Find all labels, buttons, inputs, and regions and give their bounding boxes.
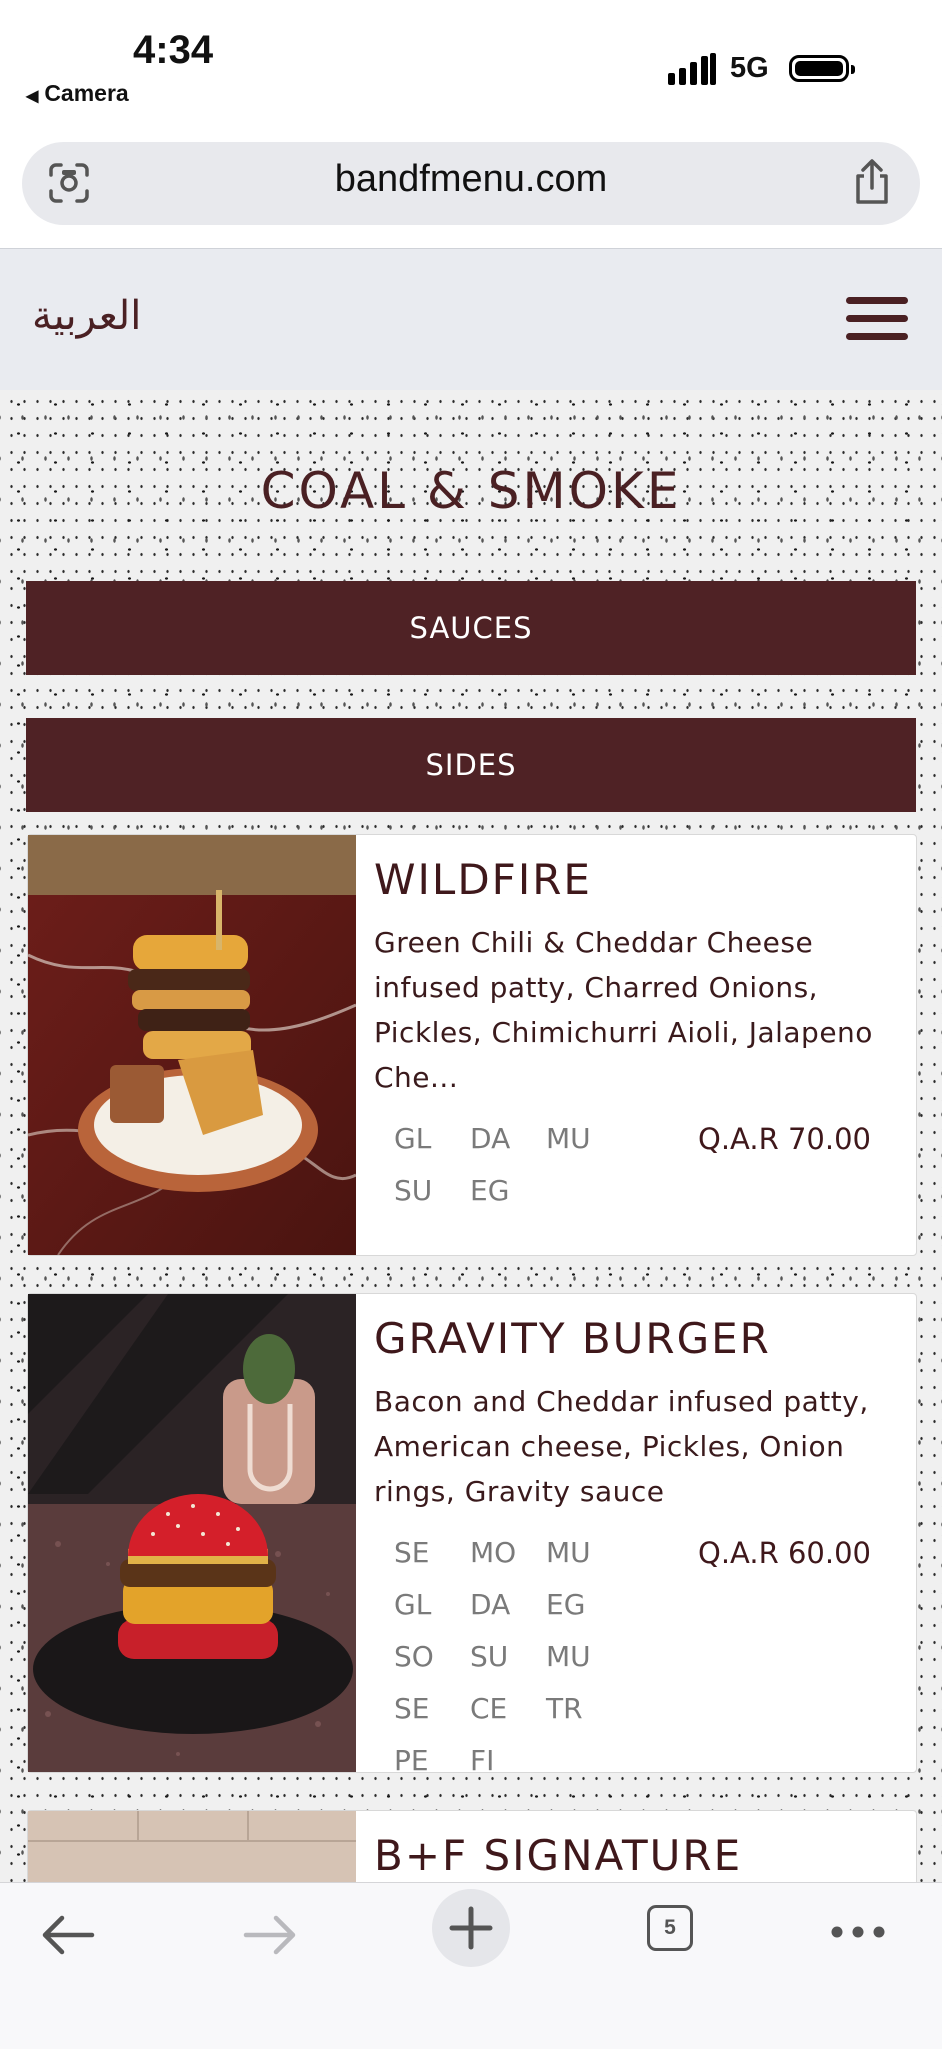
arabic-language-link[interactable]: العربية xyxy=(32,293,141,339)
menu-item-details: B+F SIGNATURE xyxy=(374,1811,898,1880)
allergen-tag: MU xyxy=(546,1640,591,1673)
allergen-tag: DA xyxy=(470,1588,511,1621)
allergen-list: GL DA MU SU EG xyxy=(374,1122,674,1226)
allergen-tag: EG xyxy=(546,1588,586,1621)
back-arrow-icon[interactable] xyxy=(40,1913,96,1957)
allergen-tag: MU xyxy=(546,1536,591,1569)
allergen-tag: GL xyxy=(394,1588,432,1621)
menu-item-name: WILDFIRE xyxy=(374,855,592,904)
category-button-sauces[interactable]: SAUCES xyxy=(26,581,916,675)
cellular-signal-icon xyxy=(668,53,716,85)
menu-item-description: Green Chili & Cheddar Cheese infused pat… xyxy=(374,926,873,1094)
plus-icon xyxy=(449,1906,493,1950)
hamburger-menu-icon[interactable] xyxy=(846,297,908,341)
allergen-tag: PE xyxy=(394,1744,429,1777)
address-bar[interactable]: bandfmenu.com xyxy=(22,142,920,225)
menu-item-name: B+F SIGNATURE xyxy=(374,1831,743,1880)
menu-item-card[interactable]: WILDFIRE Green Chili & Cheddar Cheese in… xyxy=(27,834,917,1256)
burger-photo xyxy=(28,1294,356,1772)
menu-content: COAL & SMOKE SAUCES SIDES WILDFIRE Green… xyxy=(0,390,942,1882)
burger-photo xyxy=(28,835,356,1255)
new-tab-button[interactable] xyxy=(432,1889,510,1967)
category-button-sides[interactable]: SIDES xyxy=(26,718,916,812)
menu-item-price: Q.A.R 60.00 xyxy=(698,1536,871,1570)
allergen-tag: SE xyxy=(394,1536,430,1569)
back-to-app-link[interactable]: ◀ Camera xyxy=(26,80,129,107)
allergen-tag: SU xyxy=(394,1174,433,1207)
share-icon[interactable] xyxy=(850,158,894,206)
page-title: COAL & SMOKE xyxy=(260,462,682,520)
allergen-tag: EG xyxy=(470,1174,510,1207)
menu-item-name: GRAVITY BURGER xyxy=(374,1314,771,1363)
allergen-tag: SE xyxy=(394,1692,430,1725)
menu-item-card[interactable]: GRAVITY BURGER Bacon and Cheddar infused… xyxy=(27,1293,917,1777)
network-type: 5G xyxy=(730,52,769,84)
site-header: العربية xyxy=(0,248,942,391)
allergen-tag: SU xyxy=(470,1640,509,1673)
back-triangle-icon: ◀ xyxy=(26,88,39,105)
forward-arrow-icon[interactable] xyxy=(242,1913,298,1957)
allergen-tag: MU xyxy=(546,1122,591,1155)
allergen-tag: SO xyxy=(394,1640,434,1673)
browser-toolbar: 5 xyxy=(0,1882,942,2049)
allergen-tag: MO xyxy=(470,1536,517,1569)
menu-item-details: GRAVITY BURGER Bacon and Cheddar infused… xyxy=(374,1294,898,1796)
allergen-tag: TR xyxy=(546,1692,583,1725)
allergen-tag: DA xyxy=(470,1122,511,1155)
status-bar: 4:34 ◀ Camera 5G xyxy=(0,0,942,130)
battery-icon xyxy=(789,55,855,82)
menu-item-price: Q.A.R 70.00 xyxy=(698,1122,871,1156)
allergen-tag: GL xyxy=(394,1122,432,1155)
menu-item-card[interactable]: B+F SIGNATURE xyxy=(27,1810,917,1882)
allergen-tag: CE xyxy=(470,1692,508,1725)
status-time: 4:34 xyxy=(133,28,214,72)
allergen-tag: FI xyxy=(470,1744,495,1777)
menu-item-details: WILDFIRE Green Chili & Cheddar Cheese in… xyxy=(374,835,898,1226)
tab-switcher-button[interactable]: 5 xyxy=(647,1905,693,1951)
menu-item-description: Bacon and Cheddar infused patty, America… xyxy=(374,1385,869,1508)
back-app-label: Camera xyxy=(44,80,129,106)
burger-photo xyxy=(28,1811,356,1882)
more-options-icon[interactable] xyxy=(830,1925,886,1939)
allergen-list: SE MO MU GL DA EG SO SU MU SE CE TR PE F… xyxy=(374,1536,674,1796)
url-text[interactable]: bandfmenu.com xyxy=(22,158,920,201)
